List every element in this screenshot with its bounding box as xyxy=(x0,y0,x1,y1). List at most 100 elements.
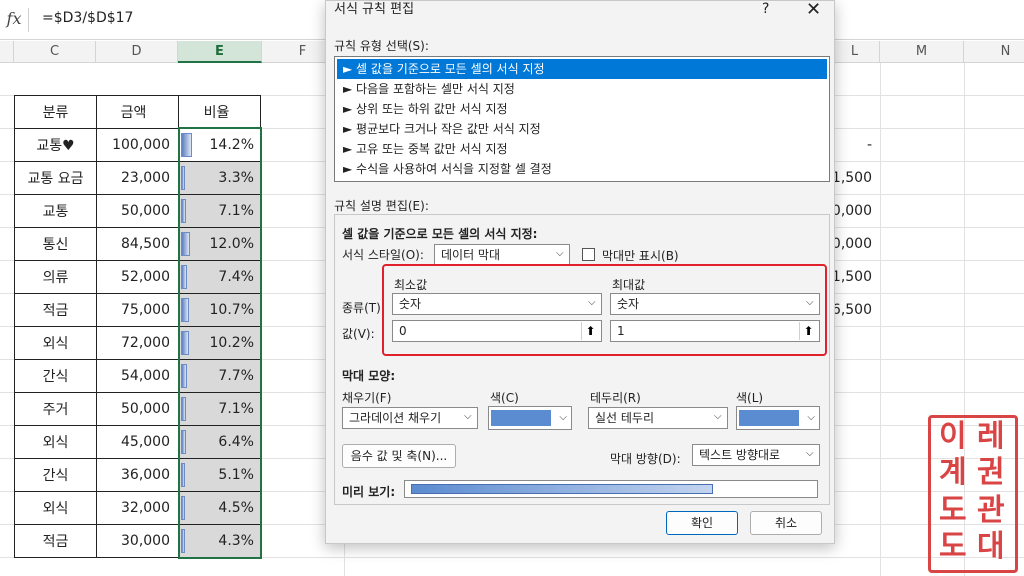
ratio-cell[interactable]: 5.1% xyxy=(178,458,261,492)
data-bar xyxy=(181,232,190,256)
fx-icon[interactable]: fx xyxy=(0,6,28,34)
category-cell[interactable]: 적금 xyxy=(14,293,97,327)
amount-cell[interactable]: 52,000 xyxy=(96,260,179,294)
table-row: 주거 50,000 7.1% xyxy=(14,392,261,426)
table-row: 교통♥ 100,000 14.2% xyxy=(14,128,261,162)
amount-cell[interactable]: 50,000 xyxy=(96,194,179,228)
border-color-picker[interactable]: ⌵ xyxy=(736,406,820,430)
ratio-value: 14.2% xyxy=(209,137,254,153)
ratio-value: 5.1% xyxy=(218,467,254,483)
column-header-l[interactable]: L xyxy=(830,41,880,63)
ratio-cell[interactable]: 6.4% xyxy=(178,425,261,459)
rule-description-label: 규칙 설명 편집(E): xyxy=(334,199,429,213)
amount-cell[interactable]: 50,000 xyxy=(96,392,179,426)
rule-type-item[interactable]: ► 수식을 사용하여 서식을 지정할 셀 결정 xyxy=(337,159,827,179)
rule-type-item[interactable]: ► 다음을 포함하는 셀만 서식 지정 xyxy=(337,79,827,99)
data-bar xyxy=(181,298,189,322)
data-bar xyxy=(181,430,186,454)
data-bar xyxy=(181,364,187,388)
data-bar xyxy=(181,529,185,553)
header-category[interactable]: 분류 xyxy=(14,95,97,129)
cancel-button[interactable]: 취소 xyxy=(750,511,822,535)
ratio-cell[interactable]: 10.2% xyxy=(178,326,261,360)
column-header-m[interactable]: M xyxy=(880,41,964,63)
highlight-box xyxy=(382,264,827,356)
header-ratio[interactable]: 비율 xyxy=(178,95,261,129)
table-row: 통신 84,500 12.0% xyxy=(14,227,261,261)
rule-type-list[interactable]: ► 셀 값을 기준으로 모든 셀의 서식 지정 ► 다음을 포함하는 셀만 서식… xyxy=(334,56,830,182)
border-color-label: 색(L) xyxy=(736,391,764,405)
category-cell[interactable]: 간식 xyxy=(14,458,97,492)
rule-type-item[interactable]: ► 셀 값을 기준으로 모든 셀의 서식 지정 xyxy=(337,59,827,79)
column-header-c[interactable]: C xyxy=(14,41,96,63)
ratio-cell[interactable]: 4.3% xyxy=(178,524,261,558)
formula-input[interactable]: =$D3/$D$17 xyxy=(42,10,133,26)
category-cell[interactable]: 외식 xyxy=(14,326,97,360)
chevron-down-icon: ⌵ xyxy=(807,412,815,423)
category-cell[interactable]: 간식 xyxy=(14,359,97,393)
ok-button[interactable]: 확인 xyxy=(666,511,738,535)
header-amount[interactable]: 금액 xyxy=(96,95,179,129)
border-label: 테두리(R) xyxy=(590,391,641,405)
fill-color-label: 색(C) xyxy=(490,391,519,405)
table-row: 적금 75,000 10.7% xyxy=(14,293,261,327)
border-type-value: 실선 테두리 xyxy=(595,411,655,425)
category-cell[interactable]: 주거 xyxy=(14,392,97,426)
category-cell[interactable]: 통신 xyxy=(14,227,97,261)
data-bar xyxy=(181,199,186,223)
chevron-down-icon: ⌵ xyxy=(464,411,472,422)
column-header-d[interactable]: D xyxy=(96,41,178,63)
ratio-cell[interactable]: 7.7% xyxy=(178,359,261,393)
format-style-dropdown[interactable]: 데이터 막대 ⌵ xyxy=(434,244,570,266)
category-cell[interactable]: 교통 xyxy=(14,194,97,228)
amount-cell[interactable]: 100,000 xyxy=(96,128,179,162)
show-bar-only-checkbox[interactable] xyxy=(582,248,595,261)
amount-cell[interactable]: 54,000 xyxy=(96,359,179,393)
preview-data-bar xyxy=(411,484,713,494)
border-type-dropdown[interactable]: 실선 테두리 ⌵ xyxy=(588,407,728,429)
ratio-cell[interactable]: 12.0% xyxy=(178,227,261,261)
bar-direction-dropdown[interactable]: 텍스트 방향대로 ⌵ xyxy=(692,444,820,466)
ratio-cell[interactable]: 7.1% xyxy=(178,194,261,228)
ratio-cell[interactable]: 7.1% xyxy=(178,392,261,426)
ratio-value: 10.7% xyxy=(209,302,254,318)
help-button[interactable]: ? xyxy=(762,1,769,17)
fill-type-dropdown[interactable]: 그라데이션 채우기 ⌵ xyxy=(342,407,478,429)
ratio-cell[interactable]: 4.5% xyxy=(178,491,261,525)
formula-separator xyxy=(28,8,29,32)
close-icon[interactable]: ✕ xyxy=(806,0,821,20)
category-cell[interactable]: 의류 xyxy=(14,260,97,294)
amount-cell[interactable]: 32,000 xyxy=(96,491,179,525)
ratio-cell[interactable]: 3.3% xyxy=(178,161,261,195)
category-cell[interactable]: 외식 xyxy=(14,425,97,459)
amount-cell[interactable]: 84,500 xyxy=(96,227,179,261)
amount-cell[interactable]: 45,000 xyxy=(96,425,179,459)
column-header-e[interactable]: E xyxy=(178,41,262,63)
data-bar xyxy=(181,166,185,190)
category-cell[interactable]: 교통 요금 xyxy=(14,161,97,195)
category-cell[interactable]: 교통♥ xyxy=(14,128,97,162)
fill-color-picker[interactable]: ⌵ xyxy=(488,406,572,430)
category-cell[interactable]: 외식 xyxy=(14,491,97,525)
ratio-value: 12.0% xyxy=(209,236,254,252)
rule-type-item[interactable]: ► 상위 또는 하위 값만 서식 지정 xyxy=(337,99,827,119)
negative-value-axis-button[interactable]: 음수 값 및 축(N)... xyxy=(342,444,456,468)
rule-type-item[interactable]: ► 고유 또는 중복 값만 서식 지정 xyxy=(337,139,827,159)
rule-type-item[interactable]: ► 평균보다 크거나 작은 값만 서식 지정 xyxy=(337,119,827,139)
amount-cell[interactable]: 30,000 xyxy=(96,524,179,558)
data-bar xyxy=(181,463,185,487)
amount-cell[interactable]: 23,000 xyxy=(96,161,179,195)
value-label: 값(V): xyxy=(342,327,375,341)
amount-cell[interactable]: 36,000 xyxy=(96,458,179,492)
chevron-down-icon: ⌵ xyxy=(806,448,814,459)
column-header-n[interactable]: N xyxy=(964,41,1024,63)
description-heading: 셀 값을 기준으로 모든 셀의 서식 지정: xyxy=(342,227,538,241)
show-bar-only-label: 막대만 표시(B) xyxy=(602,249,679,263)
amount-cell[interactable]: 72,000 xyxy=(96,326,179,360)
category-cell[interactable]: 적금 xyxy=(14,524,97,558)
ratio-cell[interactable]: 7.4% xyxy=(178,260,261,294)
seal-stamp: 이 레 계 권 도 관 도 대 xyxy=(928,415,1018,573)
amount-cell[interactable]: 75,000 xyxy=(96,293,179,327)
ratio-cell[interactable]: 10.7% xyxy=(178,293,261,327)
ratio-cell[interactable]: 14.2% xyxy=(178,128,261,162)
